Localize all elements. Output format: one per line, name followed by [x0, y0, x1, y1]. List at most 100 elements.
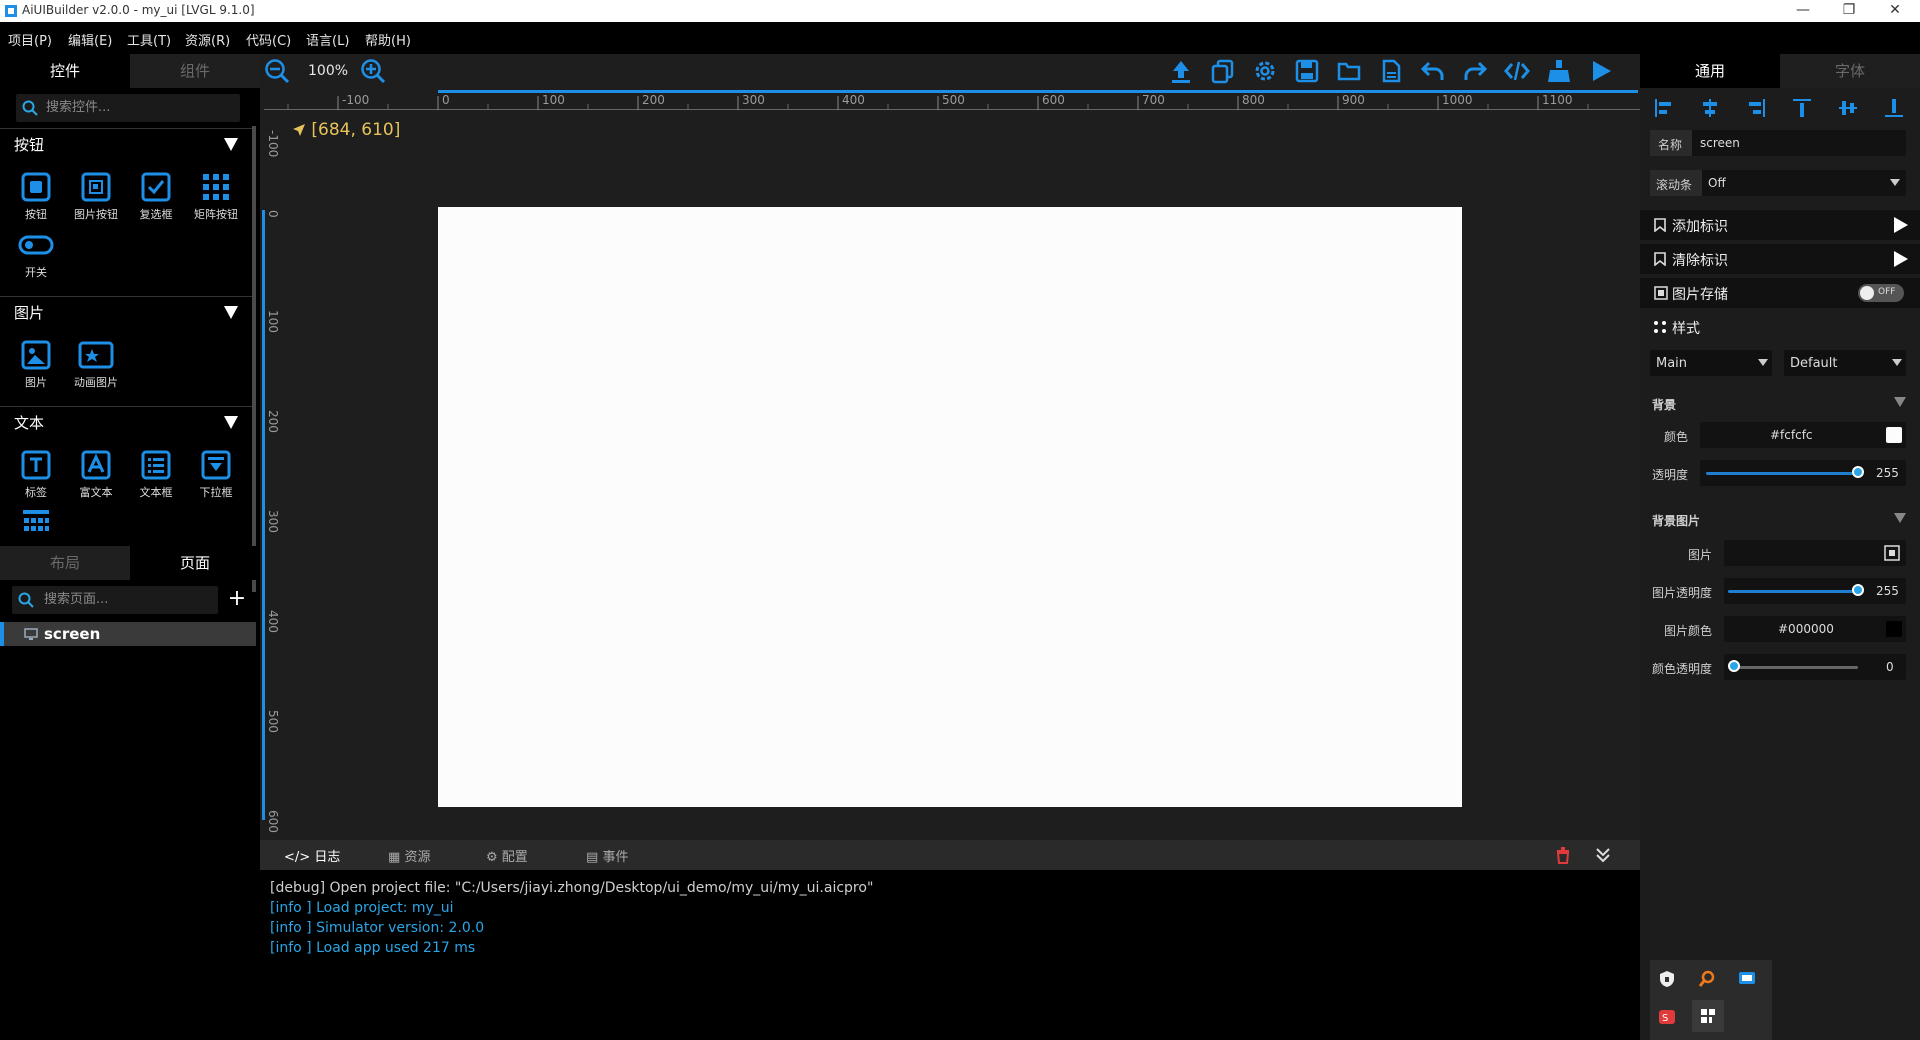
menu-tools[interactable]: 工具(T): [127, 30, 171, 49]
clean-broom-icon[interactable]: [1546, 58, 1572, 84]
tab-pages[interactable]: 页面: [130, 546, 260, 580]
color-swatch[interactable]: [1886, 427, 1902, 443]
menu-resources[interactable]: 资源(R): [185, 30, 230, 49]
collapse-triangle-icon[interactable]: [224, 416, 238, 429]
color-swatch[interactable]: [1886, 621, 1902, 637]
menu-help[interactable]: 帮助(H): [365, 30, 411, 49]
add-page-button[interactable]: +: [226, 588, 248, 610]
tab-components[interactable]: 组件: [130, 54, 260, 88]
style-state-select[interactable]: Default: [1784, 350, 1906, 376]
minimize-button[interactable]: —: [1780, 0, 1826, 22]
widget-rich-text[interactable]: 富文本: [68, 450, 124, 500]
image-cache-label: 图片存储: [1672, 287, 1728, 303]
svg-text:S: S: [1662, 1013, 1668, 1024]
widget-button-matrix[interactable]: 矩阵按钮: [188, 172, 244, 222]
tab-log[interactable]: </> 日志: [284, 846, 340, 865]
zoom-out-icon[interactable]: [264, 58, 290, 84]
upload-icon[interactable]: [1168, 58, 1194, 84]
tab-font[interactable]: 字体: [1780, 54, 1920, 88]
name-field[interactable]: 名称 screen: [1650, 130, 1906, 156]
tab-resources[interactable]: ▦ 资源: [388, 846, 430, 865]
align-center-v-icon[interactable]: [1838, 98, 1858, 118]
slider-track: [1730, 666, 1858, 669]
open-folder-icon[interactable]: [1336, 58, 1362, 84]
tab-layout[interactable]: 布局: [0, 546, 130, 580]
bg-image-section-title: 背景图片: [1652, 514, 1701, 528]
coordinate-value: [684, 610]: [311, 120, 401, 140]
code-icon[interactable]: [1504, 58, 1530, 84]
add-flag-row[interactable]: 添加标识: [1640, 210, 1920, 240]
menu-code[interactable]: 代码(C): [246, 30, 291, 49]
color-opacity-slider[interactable]: 0: [1724, 654, 1906, 680]
widget-dropdown[interactable]: 下拉框: [188, 450, 244, 500]
slider-knob[interactable]: [1728, 660, 1740, 672]
collapse-triangle-icon[interactable]: [224, 306, 238, 319]
screen-preview[interactable]: [438, 207, 1462, 807]
widget-image[interactable]: 图片: [8, 340, 64, 390]
trash-icon[interactable]: [1554, 846, 1572, 864]
run-play-icon[interactable]: [1588, 58, 1614, 84]
copy-icon[interactable]: [1210, 58, 1236, 84]
tab-label: 事件: [602, 850, 629, 865]
widget-checkbox[interactable]: 复选框: [128, 172, 184, 222]
widget-search-input[interactable]: 搜索控件...: [16, 94, 240, 122]
tab-general[interactable]: 通用: [1640, 54, 1780, 88]
image-cache-toggle[interactable]: OFF: [1858, 284, 1904, 302]
tab-events[interactable]: ▤ 事件: [586, 846, 628, 865]
undo-icon[interactable]: [1420, 58, 1446, 84]
widget-calendar[interactable]: [8, 508, 64, 538]
page-item-screen[interactable]: screen: [0, 622, 256, 646]
settings-gear-icon[interactable]: [1252, 58, 1278, 84]
bg-color-field[interactable]: #fcfcfc: [1700, 422, 1906, 448]
widget-label-text[interactable]: 标签: [8, 450, 64, 500]
zoom-in-icon[interactable]: [360, 58, 386, 84]
new-file-icon[interactable]: [1378, 58, 1404, 84]
tab-widgets[interactable]: 控件: [0, 54, 130, 88]
collapse-panel-icon[interactable]: [1594, 846, 1612, 864]
menu-edit[interactable]: 编辑(E): [68, 30, 112, 49]
widget-list-scrollbar[interactable]: [252, 126, 256, 592]
save-icon[interactable]: [1294, 58, 1320, 84]
image-opacity-slider[interactable]: 255: [1724, 578, 1906, 604]
dots-icon: [1654, 321, 1666, 333]
search-tool-icon[interactable]: [1698, 970, 1716, 988]
page-search-input[interactable]: 搜索页面...: [12, 586, 218, 614]
align-top-icon[interactable]: [1792, 98, 1812, 118]
widget-button[interactable]: 按钮: [8, 172, 64, 222]
switch-widget-icon: [18, 230, 54, 260]
remote-desktop-icon[interactable]: [1738, 970, 1756, 988]
close-button[interactable]: ✕: [1872, 0, 1918, 22]
collapse-triangle-icon[interactable]: [224, 138, 238, 151]
bg-image-field[interactable]: [1724, 540, 1906, 566]
bg-opacity-slider[interactable]: 255: [1700, 460, 1906, 486]
clear-flag-row[interactable]: 清除标识: [1640, 244, 1920, 274]
button-matrix-widget-icon: [201, 172, 231, 202]
menu-project[interactable]: 项目(P): [8, 30, 52, 49]
widget-switch[interactable]: 开关: [8, 230, 64, 280]
align-left-icon[interactable]: [1654, 98, 1674, 118]
widget-image-button[interactable]: 图片按钮: [68, 172, 124, 222]
tab-config[interactable]: ⚙ 配置: [486, 846, 528, 865]
widget-textarea[interactable]: 文本框: [128, 450, 184, 500]
widget-animated-image[interactable]: 动画图片: [68, 340, 124, 390]
style-part-select[interactable]: Main: [1650, 350, 1772, 376]
input-method-icon[interactable]: S: [1658, 1008, 1676, 1026]
scrollbar-select[interactable]: 滚动条 Off: [1650, 170, 1906, 196]
redo-icon[interactable]: [1462, 58, 1488, 84]
screen-icon: [24, 627, 38, 641]
align-bottom-icon[interactable]: [1884, 98, 1904, 118]
restore-button[interactable]: ❐: [1826, 0, 1872, 22]
collapse-triangle-icon[interactable]: [1894, 513, 1906, 524]
tray-item-selected[interactable]: [1692, 1000, 1724, 1032]
menu-language[interactable]: 语言(L): [306, 30, 349, 49]
align-center-h-icon[interactable]: [1700, 98, 1720, 118]
image-color-field[interactable]: #000000: [1724, 616, 1906, 642]
collapse-triangle-icon[interactable]: [1894, 397, 1906, 408]
slider-knob[interactable]: [1852, 466, 1864, 478]
slider-knob[interactable]: [1852, 584, 1864, 596]
security-shield-icon[interactable]: [1658, 970, 1676, 988]
ruler-label: 400: [842, 93, 865, 107]
align-right-icon[interactable]: [1746, 98, 1766, 118]
image-picker-icon[interactable]: [1884, 545, 1900, 561]
widget-label: 按钮: [25, 208, 47, 221]
